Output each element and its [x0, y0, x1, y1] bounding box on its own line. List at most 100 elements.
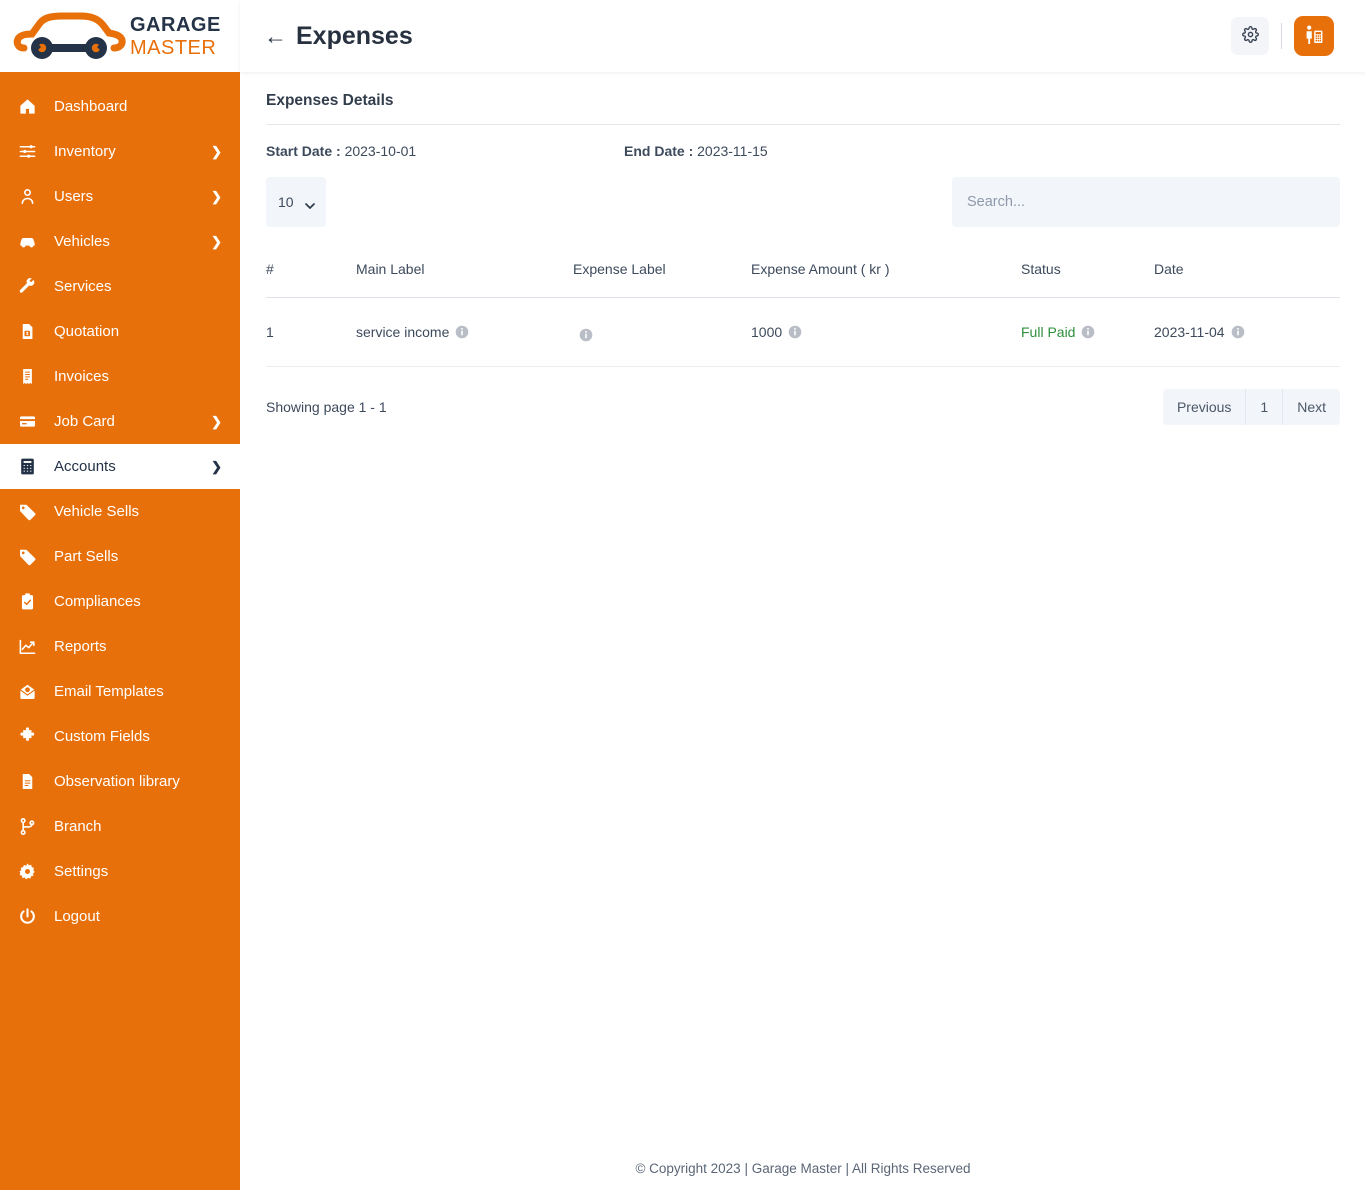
sidebar-item-vehicles[interactable]: Vehicles❯	[0, 219, 240, 264]
sidebar-item-email-templates[interactable]: Email Templates	[0, 669, 240, 714]
sidebar-item-part-sells[interactable]: Part Sells	[0, 534, 240, 579]
sidebar-item-compliances[interactable]: Compliances	[0, 579, 240, 624]
profile-button[interactable]	[1294, 16, 1334, 56]
sidebar-item-label: Job Card	[54, 413, 115, 430]
col-status: Status	[1021, 247, 1154, 298]
sidebar-item-label: Vehicle Sells	[54, 503, 139, 520]
sidebar-item-label: Observation library	[54, 773, 180, 790]
col-index: #	[266, 247, 356, 298]
copyright-footer: © Copyright 2023 | Garage Master | All R…	[240, 1161, 1366, 1190]
section-divider	[266, 124, 1340, 125]
brand-wordmark: GARAGE MASTER	[130, 15, 221, 58]
home-icon	[16, 96, 38, 118]
sidebar-item-label: Settings	[54, 863, 108, 880]
quote-document-icon	[16, 321, 38, 343]
chevron-right-icon: ❯	[211, 415, 222, 428]
showing-page-text: Showing page 1 - 1	[266, 399, 387, 415]
table-head: # Main Label Expense Label Expense Amoun…	[266, 247, 1340, 298]
tag-icon	[16, 546, 38, 568]
table-footer: Showing page 1 - 1 Previous 1 Next	[266, 389, 1340, 425]
sidebar-item-label: Accounts	[54, 458, 116, 475]
col-date: Date	[1154, 247, 1340, 298]
info-icon[interactable]	[579, 328, 593, 342]
sidebar-item-services[interactable]: Services	[0, 264, 240, 309]
sidebar-item-dashboard[interactable]: Dashboard	[0, 84, 240, 129]
page-number-button[interactable]: 1	[1246, 389, 1283, 425]
page-title-text: Expenses	[296, 22, 413, 51]
info-icon[interactable]	[1081, 325, 1095, 339]
sidebar-item-vehicle-sells[interactable]: Vehicle Sells	[0, 489, 240, 534]
end-date-label: End Date :	[624, 143, 693, 159]
previous-page-button[interactable]: Previous	[1163, 389, 1246, 425]
start-date-value: 2023-10-01	[345, 143, 417, 159]
topbar: ← Expenses	[240, 0, 1366, 72]
invoice-icon	[16, 366, 38, 388]
sidebar-item-users[interactable]: Users ❯	[0, 174, 240, 219]
chevron-right-icon: ❯	[211, 190, 222, 203]
sidebar-item-custom-fields[interactable]: Custom Fields	[0, 714, 240, 759]
date-range: Start Date : 2023-10-01 End Date : 2023-…	[266, 143, 1340, 159]
sidebar-item-label: Branch	[54, 818, 102, 835]
sidebar-item-job-card[interactable]: Job Card ❯	[0, 399, 240, 444]
settings-button[interactable]	[1231, 17, 1269, 55]
calculator-icon	[16, 456, 38, 478]
chevron-right-icon: ❯	[211, 235, 222, 248]
brand-line-2: MASTER	[130, 38, 221, 58]
sidebar-item-label: Email Templates	[54, 683, 164, 700]
sidebar-item-accounts[interactable]: Accounts❯	[0, 444, 240, 489]
topbar-actions	[1231, 16, 1334, 56]
main-content: ← Expenses	[240, 0, 1366, 1190]
sidebar: GARAGE MASTER DashboardInventory❯Users❯V…	[0, 0, 240, 1190]
clipboard-check-icon	[16, 591, 38, 613]
pagination: Previous 1 Next	[1163, 389, 1340, 425]
sidebar-item-label: Users	[54, 188, 93, 205]
sidebar-item-label: Custom Fields	[54, 728, 150, 745]
table-controls: 102550100	[266, 177, 1340, 227]
cell-date-text: 2023-11-04	[1154, 324, 1225, 340]
back-button[interactable]: ←	[264, 25, 287, 48]
card-icon	[16, 411, 38, 433]
car-wrench-logo-icon	[10, 10, 128, 62]
brand-line-1: GARAGE	[130, 15, 221, 35]
sidebar-item-observation-library[interactable]: Observation library	[0, 759, 240, 804]
cell-expense-label	[573, 298, 751, 367]
sidebar-item-label: Reports	[54, 638, 107, 655]
sidebar-item-inventory[interactable]: Inventory ❯	[0, 129, 240, 174]
info-icon[interactable]	[455, 325, 469, 339]
sidebar-item-reports[interactable]: Reports	[0, 624, 240, 669]
gear-icon	[16, 861, 38, 883]
sidebar-item-settings[interactable]: Settings	[0, 849, 240, 894]
page-length-select[interactable]: 102550100	[266, 177, 326, 227]
next-page-button[interactable]: Next	[1283, 389, 1340, 425]
col-main-label: Main Label	[356, 247, 573, 298]
info-icon[interactable]	[788, 325, 802, 339]
cell-main-label: service income	[356, 298, 573, 367]
brand-logo[interactable]: GARAGE MASTER	[0, 0, 240, 72]
wrench-icon	[16, 276, 38, 298]
col-expense-label: Expense Label	[573, 247, 751, 298]
gear-icon	[1242, 26, 1259, 46]
sidebar-item-invoices[interactable]: Invoices	[0, 354, 240, 399]
power-icon	[16, 906, 38, 928]
page-length-wrap: 102550100	[266, 177, 326, 227]
table-body: 1service income1000Full Paid2023-11-04	[266, 298, 1340, 367]
sidebar-item-label: Inventory	[54, 143, 116, 160]
expenses-panel: Expenses Details Start Date : 2023-10-01…	[240, 72, 1366, 425]
cell-status: Full Paid	[1021, 298, 1154, 367]
sidebar-item-label: Part Sells	[54, 548, 118, 565]
sidebar-item-logout[interactable]: Logout	[0, 894, 240, 939]
sidebar-item-label: Quotation	[54, 323, 119, 340]
sidebar-item-branch[interactable]: Branch	[0, 804, 240, 849]
info-icon[interactable]	[1231, 325, 1245, 339]
search-input[interactable]	[952, 177, 1340, 227]
chevron-right-icon: ❯	[211, 145, 222, 158]
sidebar-item-quotation[interactable]: Quotation	[0, 309, 240, 354]
puzzle-icon	[16, 726, 38, 748]
cell-main-label-text: service income	[356, 324, 449, 340]
sidebar-nav: DashboardInventory❯Users❯Vehicles❯Servic…	[0, 72, 240, 939]
sidebar-item-label: Services	[54, 278, 112, 295]
col-amount: Expense Amount ( kr )	[751, 247, 1021, 298]
tag-icon	[16, 501, 38, 523]
cell-status-text: Full Paid	[1021, 324, 1075, 340]
document-icon	[16, 771, 38, 793]
